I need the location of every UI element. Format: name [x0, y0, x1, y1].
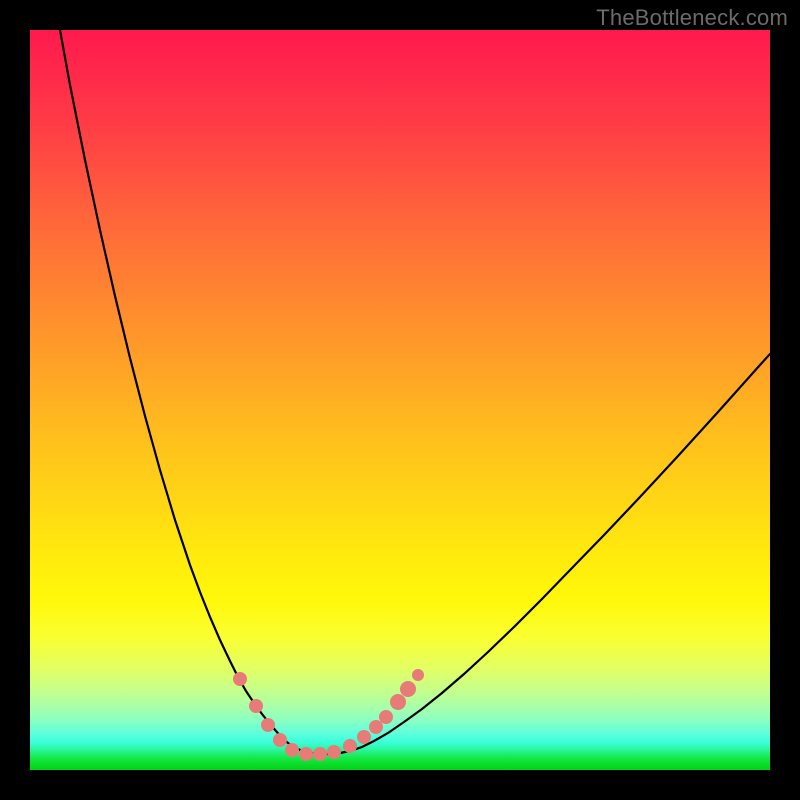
- marker-right-mid: [369, 720, 383, 734]
- curve-group: [60, 30, 770, 754]
- watermark-text: TheBottleneck.com: [596, 5, 788, 31]
- marker-right-up3: [400, 681, 416, 697]
- marker-right-low2: [357, 730, 371, 744]
- marker-bottom-1: [285, 743, 299, 757]
- marker-right-top: [412, 669, 424, 681]
- bottleneck-curve: [60, 30, 770, 754]
- marker-bottom-2: [299, 747, 313, 761]
- marker-right-low1: [343, 739, 357, 753]
- marker-left-low1: [261, 718, 275, 732]
- marker-left-low2: [273, 733, 287, 747]
- marker-right-up1: [379, 710, 393, 724]
- marker-bottom-3: [313, 747, 327, 761]
- marker-bottom-4: [327, 745, 341, 759]
- marker-right-up2: [390, 694, 406, 710]
- plot-area: [30, 30, 770, 770]
- marker-left-mid: [249, 699, 263, 713]
- marker-left-upper: [233, 672, 247, 686]
- chart-svg: [30, 30, 770, 770]
- frame: TheBottleneck.com: [0, 0, 800, 800]
